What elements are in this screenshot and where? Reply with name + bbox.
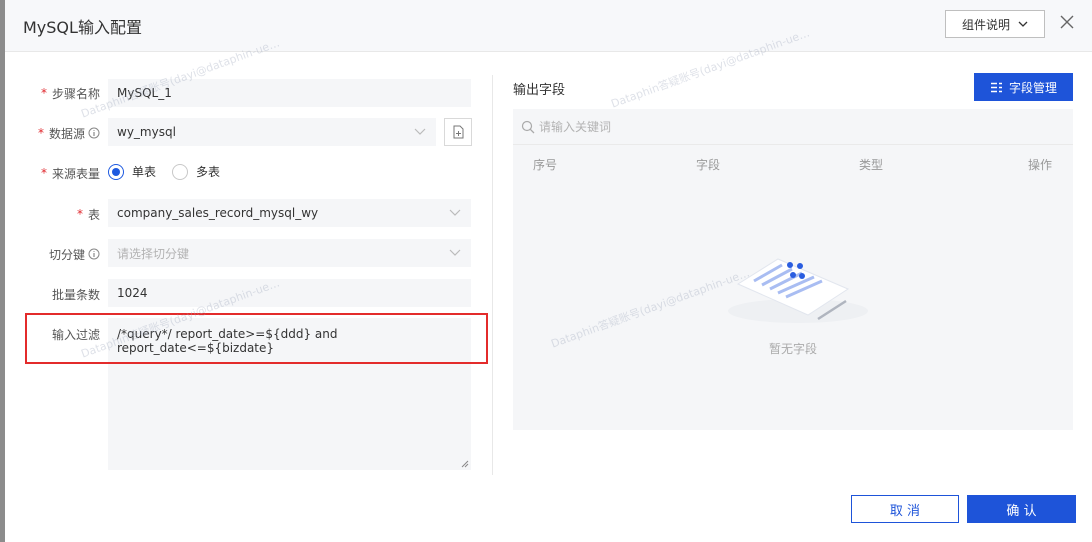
chevron-down-icon [449,249,461,256]
resize-handle-icon[interactable] [461,460,469,468]
batch-size-input[interactable]: 1024 [108,279,471,307]
radio-single-table[interactable]: 单表 [108,163,156,180]
help-button-label: 组件说明 [961,17,1010,32]
radio-unchecked-icon [172,163,188,180]
list-settings-icon [990,82,1002,92]
required-mark: * [40,166,47,180]
info-icon [88,127,100,139]
component-help-button[interactable]: 组件说明 [945,10,1045,38]
chevron-down-icon [1018,21,1028,27]
required-mark: * [76,207,83,221]
field-search-input[interactable]: 请输入关键词 [513,109,1073,145]
field-management-button[interactable]: 字段管理 [974,73,1073,101]
required-mark: * [37,126,44,140]
output-fields-panel: 请输入关键词 序号 字段 类型 操作 暂无字段 [513,109,1073,430]
step-name-label: * 步骤名称 [40,86,100,101]
column-header-index: 序号 [533,158,558,172]
confirm-button[interactable]: 确 认 [967,495,1076,523]
panel-divider [492,75,493,475]
radio-checked-icon [108,163,124,180]
mysql-input-dialog: MySQL输入配置 组件说明 * 步骤名称 MySQL_1 * 数据源 wy_m… [5,0,1092,542]
cancel-button[interactable]: 取 消 [851,495,959,523]
batch-size-label: 批量条数 [51,287,100,302]
datasource-select[interactable]: wy_mysql [108,118,436,146]
new-datasource-button[interactable] [444,118,472,146]
empty-state-text: 暂无字段 [768,342,817,356]
column-header-field: 字段 [696,158,721,172]
file-add-icon [453,125,463,139]
close-icon[interactable] [1057,12,1077,32]
split-key-select[interactable]: 请选择切分键 [108,239,471,267]
column-header-action: 操作 [1028,158,1053,172]
source-table-label: * 来源表量 [40,166,100,181]
required-mark: * [40,86,47,100]
radio-multi-table[interactable]: 多表 [172,163,220,180]
empty-state-illustration [728,258,868,323]
column-header-type: 类型 [859,158,884,172]
dialog-title: MySQL输入配置 [23,18,142,37]
info-icon [88,248,100,260]
datasource-label: * 数据源 [5,124,100,142]
dialog-header: MySQL输入配置 组件说明 [5,0,1092,52]
chevron-down-icon [414,128,426,135]
search-icon [521,120,535,133]
table-select[interactable]: company_sales_record_mysql_wy [108,199,471,227]
table-label: * 表 [76,207,100,222]
output-fields-title: 输出字段 [513,83,566,98]
split-key-label: 切分键 [5,245,100,263]
annotation-highlight-box [25,313,488,364]
chevron-down-icon [449,209,461,216]
step-name-input[interactable]: MySQL_1 [108,79,471,107]
